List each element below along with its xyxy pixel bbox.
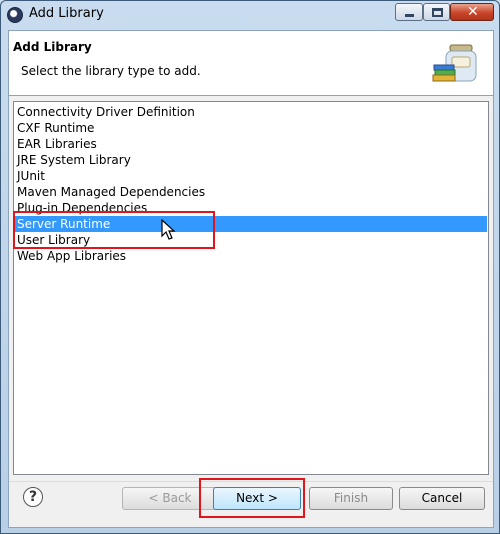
cancel-button[interactable]: Cancel (399, 487, 485, 510)
close-icon: ✕ (467, 4, 479, 20)
page-description: Select the library type to add. (21, 64, 201, 78)
list-item[interactable]: CXF Runtime (15, 120, 487, 136)
mouse-cursor-icon (161, 219, 176, 240)
close-button[interactable]: ✕ (450, 3, 494, 21)
list-item[interactable]: JRE System Library (15, 152, 487, 168)
page-title: Add Library (13, 40, 92, 54)
list-item[interactable]: Maven Managed Dependencies (15, 184, 487, 200)
dialog-content: Add Library Select the library type to a… (8, 30, 494, 528)
highlight-annotation (199, 478, 305, 518)
add-library-window: Add Library ✕ Add Library Select the lib… (0, 0, 500, 534)
maximize-icon (432, 8, 443, 17)
finish-button[interactable]: Finish (309, 487, 393, 510)
minimize-button[interactable] (395, 3, 423, 21)
list-item[interactable]: Connectivity Driver Definition (15, 104, 487, 120)
list-item[interactable]: EAR Libraries (15, 136, 487, 152)
wizard-header: Add Library Select the library type to a… (9, 31, 493, 96)
minimize-icon (405, 14, 414, 17)
library-jar-icon (432, 44, 477, 82)
title-bar[interactable]: Add Library ✕ (1, 1, 499, 29)
highlight-annotation (13, 211, 215, 249)
app-icon (7, 7, 23, 23)
library-type-list[interactable]: Connectivity Driver Definition CXF Runti… (13, 101, 489, 475)
list-item[interactable]: JUnit (15, 168, 487, 184)
list-item[interactable]: Web App Libraries (15, 248, 487, 264)
window-title: Add Library (29, 6, 104, 21)
maximize-button[interactable] (423, 3, 450, 21)
help-icon[interactable]: ? (23, 487, 43, 507)
